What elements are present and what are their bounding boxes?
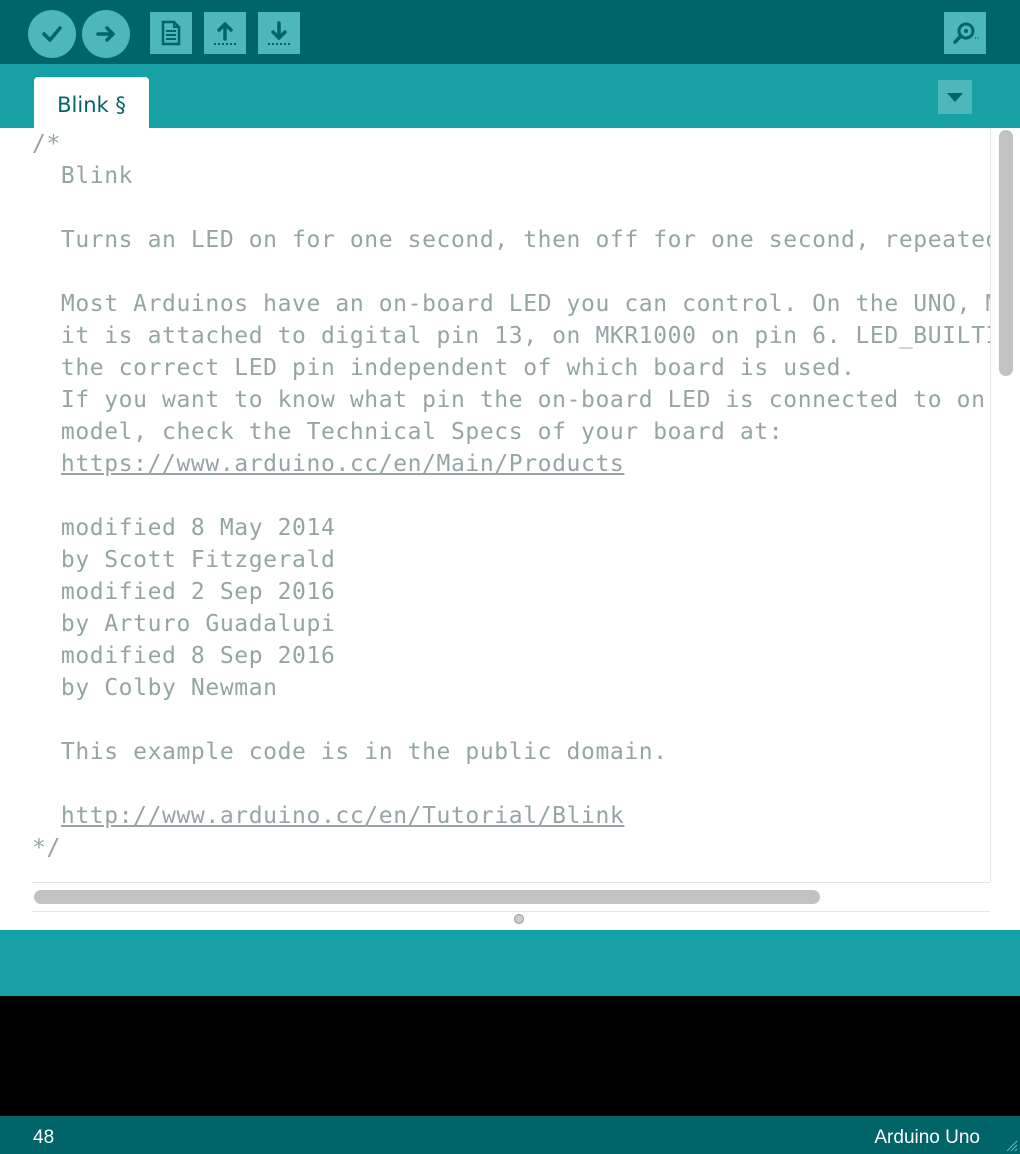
tab-blink[interactable]: Blink §	[34, 77, 149, 128]
code-line: by Colby Newman	[32, 675, 278, 701]
save-button[interactable]	[258, 12, 300, 54]
code-line: by Scott Fitzgerald	[32, 547, 336, 573]
resize-grip-icon[interactable]	[1002, 1136, 1018, 1152]
message-area	[0, 930, 1020, 996]
arrow-up-icon	[214, 22, 236, 45]
horizontal-scrollbar-thumb[interactable]	[34, 890, 820, 904]
code-text-area[interactable]: /* Blink Turns an LED on for one second,…	[32, 128, 990, 880]
code-line: modified 2 Sep 2016	[32, 579, 336, 605]
code-link[interactable]: https://www.arduino.cc/en/Main/Products	[61, 451, 624, 477]
code-line: Blink	[32, 163, 134, 189]
tab-bar: Blink §	[0, 64, 1020, 128]
code-line: the correct LED pin independent of which…	[32, 355, 856, 381]
console-output[interactable]	[0, 996, 1020, 1116]
document-icon	[161, 20, 181, 46]
code-line: Turns an LED on for one second, then off…	[32, 227, 990, 253]
vertical-scrollbar[interactable]	[990, 128, 1020, 882]
code-editor[interactable]: /* Blink Turns an LED on for one second,…	[0, 128, 1020, 930]
code-line: /*	[32, 131, 61, 157]
code-line: http://www.arduino.cc/en/Tutorial/Blink	[32, 800, 990, 832]
code-line: If you want to know what pin the on-boar…	[60, 387, 986, 413]
code-line: model, check the Technical Specs of your…	[32, 419, 784, 445]
arrow-down-icon	[268, 21, 290, 45]
code-line: This example code is in the public domai…	[32, 739, 668, 765]
new-button[interactable]	[150, 12, 192, 54]
check-icon	[42, 26, 62, 42]
code-line: modified 8 Sep 2016	[32, 643, 336, 669]
code-line: https://www.arduino.cc/en/Main/Products	[32, 448, 990, 480]
verify-button[interactable]	[28, 10, 76, 58]
vertical-scrollbar-thumb[interactable]	[999, 130, 1013, 376]
triangle-down-icon	[947, 93, 963, 102]
serial-monitor-button[interactable]	[944, 12, 986, 54]
magnifier-icon	[953, 22, 979, 44]
tab-menu-button[interactable]	[938, 80, 972, 114]
code-line: it is attached to digital pin 13, on MKR…	[60, 323, 990, 349]
code-line: modified 8 May 2014	[32, 515, 336, 541]
horizontal-scrollbar[interactable]	[32, 882, 990, 912]
upload-button[interactable]	[82, 10, 130, 58]
status-line-number: 48	[33, 1127, 55, 1148]
open-button[interactable]	[204, 12, 246, 54]
code-line: Most Arduinos have an on-board LED you c…	[60, 291, 990, 317]
toolbar	[0, 0, 1020, 64]
code-link[interactable]: http://www.arduino.cc/en/Tutorial/Blink	[61, 803, 624, 829]
code-line: by Arturo Guadalupi	[32, 611, 336, 637]
status-bar: 48 Arduino Uno	[0, 1116, 1020, 1154]
arrow-right-icon	[96, 26, 115, 42]
code-line: */	[32, 835, 61, 861]
status-board-name: Arduino Uno	[874, 1127, 980, 1148]
splitter-handle[interactable]	[514, 914, 524, 924]
tab-label: Blink §	[57, 92, 126, 117]
